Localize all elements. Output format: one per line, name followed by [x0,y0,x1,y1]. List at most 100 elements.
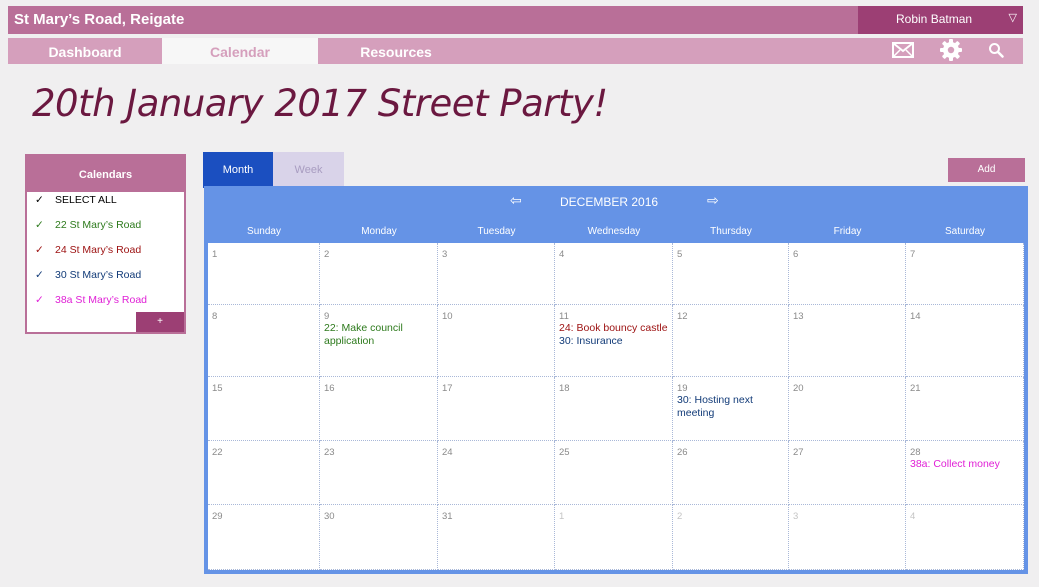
calendar-item[interactable]: ✓ 22 St Mary’s Road [35,219,141,231]
checkmark-icon[interactable]: ✓ [35,269,55,281]
day-cell[interactable]: 17 [438,377,555,441]
tab-dashboard[interactable]: Dashboard [8,38,162,64]
day-cell[interactable]: 1 [208,243,320,305]
day-number: 23 [324,447,335,458]
calendar-item[interactable]: ✓ 30 St Mary’s Road [35,269,141,281]
checkmark-icon[interactable]: ✓ [35,194,55,206]
day-number: 22 [212,447,223,458]
day-cell[interactable]: 1 [555,505,673,570]
day-number: 19 [677,383,688,394]
day-cell[interactable]: 3 [438,243,555,305]
day-cell[interactable]: 22 [208,441,320,505]
checkmark-icon[interactable]: ✓ [35,244,55,256]
calendar-item-label: SELECT ALL [55,194,117,206]
weekday-label: Saturday [944,226,986,237]
day-cell[interactable]: 12 [673,305,789,377]
weekday-label: Tuesday [477,226,516,237]
day-number: 13 [793,311,804,322]
day-number: 1 [212,249,218,260]
day-cell[interactable]: 3 [789,505,906,570]
day-cell[interactable]: 2 [320,243,438,305]
day-cell[interactable]: 10 [438,305,555,377]
checkmark-icon[interactable]: ✓ [35,294,55,306]
calendar-item-label: 30 St Mary’s Road [55,269,142,281]
calendars-panel-title: Calendars [27,156,184,192]
day-cell[interactable]: 28 38a: Collect money [906,441,1024,505]
tab-calendar[interactable]: Calendar [162,38,318,64]
add-calendar-button[interactable]: + [136,312,184,332]
search-icon[interactable] [981,38,1011,62]
day-number: 28 [910,447,921,458]
day-number: 18 [559,383,570,394]
calendar-event[interactable]: 30: Hosting next meeting [677,394,784,420]
day-cell[interactable]: 25 [555,441,673,505]
calendar-item-label: 24 St Mary’s Road [55,244,142,256]
day-cell[interactable]: 5 [673,243,789,305]
day-cell[interactable]: 23 [320,441,438,505]
weekday-label: Monday [361,226,397,237]
site-title[interactable]: St Mary’s Road, Reigate [14,11,184,28]
prev-month-icon[interactable]: ⇦ [510,192,522,209]
weekday-label: Wednesday [587,226,641,237]
mail-icon[interactable] [888,38,918,62]
day-number: 16 [324,383,335,394]
day-cell[interactable]: 14 [906,305,1024,377]
add-event-button[interactable]: Add [948,158,1025,182]
day-number: 2 [677,511,683,522]
calendar-item[interactable]: ✓ SELECT ALL [35,194,117,206]
month-navigation: ⇦ DECEMBER 2016 ⇨ [204,186,1028,216]
day-number: 11 [559,311,569,322]
calendar-item[interactable]: ✓ 38a St Mary’s Road [35,294,147,306]
weekday-label: Thursday [710,226,752,237]
week-view-button[interactable]: Week [273,152,344,188]
nav-bar: Dashboard Calendar Resources [8,38,1023,64]
day-number: 17 [442,383,453,394]
next-month-icon[interactable]: ⇨ [707,192,719,209]
user-name: Robin Batman [896,12,973,26]
gear-icon[interactable] [936,38,966,62]
day-cell[interactable]: 15 [208,377,320,441]
day-number: 6 [793,249,799,260]
day-cell[interactable]: 24 [438,441,555,505]
day-cell[interactable]: 9 22: Make council application [320,305,438,377]
day-cell[interactable]: 4 [906,505,1024,570]
day-cell[interactable]: 11 24: Book bouncy castle 30: Insurance [555,305,673,377]
day-cell[interactable]: 21 [906,377,1024,441]
day-cell[interactable]: 29 [208,505,320,570]
day-cell[interactable]: 7 [906,243,1024,305]
day-cell[interactable]: 27 [789,441,906,505]
day-number: 3 [793,511,799,522]
calendar-item-label: 38a St Mary’s Road [55,294,148,306]
day-number: 31 [442,511,453,522]
day-cell[interactable]: 16 [320,377,438,441]
calendar-item[interactable]: ✓ 24 St Mary’s Road [35,244,141,256]
day-number: 30 [324,511,335,522]
day-cell[interactable]: 30 [320,505,438,570]
day-cell[interactable]: 6 [789,243,906,305]
day-cell[interactable]: 26 [673,441,789,505]
calendar-event[interactable]: 24: Book bouncy castle [559,322,668,335]
day-number: 20 [793,383,804,394]
calendar-event[interactable]: 38a: Collect money [910,458,1019,471]
page-title: 20th January 2017 Street Party! [32,82,608,125]
day-number: 5 [677,249,683,260]
day-cell[interactable]: 31 [438,505,555,570]
day-number: 14 [910,311,921,322]
day-number: 15 [212,383,223,394]
day-cell[interactable]: 13 [789,305,906,377]
day-cell[interactable]: 18 [555,377,673,441]
checkmark-icon[interactable]: ✓ [35,219,55,231]
day-cell[interactable]: 2 [673,505,789,570]
day-cell[interactable]: 8 [208,305,320,377]
month-view-button[interactable]: Month [203,152,273,188]
tab-resources[interactable]: Resources [318,38,474,64]
dropdown-caret-icon[interactable]: ▽ [1009,11,1017,24]
calendar-event[interactable]: 22: Make council application [324,322,433,348]
user-menu[interactable]: Robin Batman ▽ [858,6,1023,34]
calendar-event[interactable]: 30: Insurance [559,335,668,348]
day-number: 3 [442,249,448,260]
day-cell[interactable]: 20 [789,377,906,441]
day-cell[interactable]: 4 [555,243,673,305]
day-number: 4 [910,511,916,522]
day-cell[interactable]: 19 30: Hosting next meeting [673,377,789,441]
